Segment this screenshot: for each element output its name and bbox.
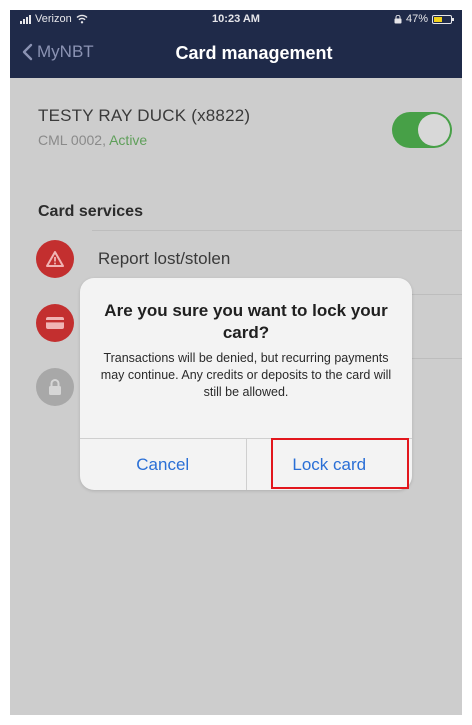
cancel-button[interactable]: Cancel (80, 439, 247, 490)
battery-icon (432, 14, 454, 24)
card-active-toggle[interactable] (392, 112, 452, 148)
toggle-knob (418, 114, 450, 146)
top-bar: Verizon 10:23 AM 47% MyNBT Card manageme… (10, 10, 462, 78)
highlight-annotation (271, 438, 409, 489)
status-bar: Verizon 10:23 AM 47% (10, 10, 462, 32)
orientation-lock-icon (394, 14, 402, 23)
phone-screen: Verizon 10:23 AM 47% MyNBT Card manageme… (10, 10, 462, 715)
card-name: TESTY RAY DUCK (x8822) (38, 106, 251, 125)
card-row: TESTY RAY DUCK (x8822) CML 0002, Active (10, 92, 462, 154)
page-title: Card management (175, 43, 333, 63)
card-status: Active (109, 132, 148, 148)
nav-bar: MyNBT Card management (10, 36, 462, 72)
card-subtitle: CML 0002, Active (38, 132, 147, 148)
section-title: Card services (38, 203, 143, 220)
service-label: Report lost/stolen (98, 249, 231, 268)
warning-icon (36, 240, 74, 278)
card-icon (36, 304, 74, 342)
lock-icon (36, 368, 74, 406)
dialog-title: Are you sure you want to lock your card? (104, 301, 388, 342)
card-code: CML 0002, (38, 132, 106, 148)
battery-percent: 47% (405, 13, 428, 25)
dialog-message: Transactions will be denied, but recurri… (100, 351, 392, 399)
